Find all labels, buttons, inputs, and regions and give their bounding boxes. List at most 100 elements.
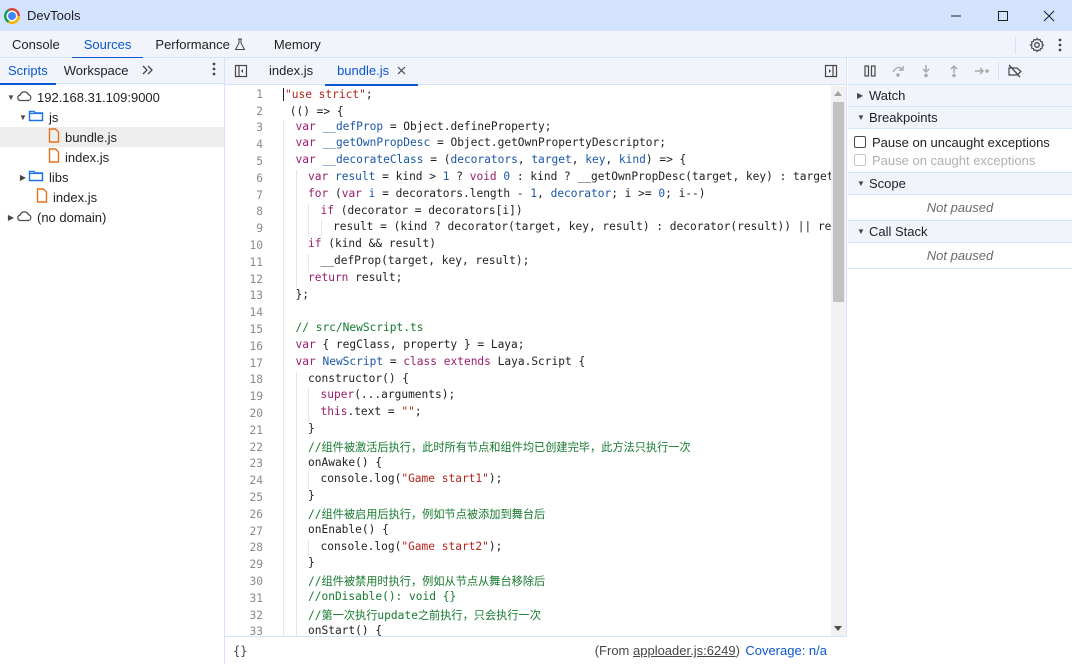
caret-right-icon[interactable]: ▶ xyxy=(18,173,28,182)
line-number[interactable]: 18 xyxy=(225,373,263,386)
debugger-sidebar: ▶ Watch ▼ Breakpoints Pause on uncaught … xyxy=(848,58,1072,664)
tab-workspace[interactable]: Workspace xyxy=(56,58,137,84)
line-number[interactable]: 11 xyxy=(225,256,263,269)
code-text: var __getOwnPropDesc = Object.getOwnProp… xyxy=(283,136,666,154)
line-number[interactable]: 26 xyxy=(225,508,263,521)
line-number[interactable]: 6 xyxy=(225,172,263,185)
scroll-down-arrow-icon[interactable] xyxy=(834,626,842,631)
tree-item-label: libs xyxy=(49,169,69,185)
line-number[interactable]: 21 xyxy=(225,424,263,437)
line-number[interactable]: 33 xyxy=(225,625,263,636)
scope-status: Not paused xyxy=(848,195,1072,221)
pretty-print-button[interactable]: {} xyxy=(233,644,247,658)
pause-caught-checkbox[interactable]: Pause on caught exceptions xyxy=(848,151,1072,169)
coverage-link[interactable]: Coverage: n/a xyxy=(745,643,827,658)
line-number[interactable]: 3 xyxy=(225,121,263,134)
tree-item-folder[interactable]: ▶ libs xyxy=(0,167,224,187)
minimize-icon xyxy=(951,15,961,16)
step-out-button[interactable] xyxy=(940,58,968,85)
scope-section-header[interactable]: ▼ Scope xyxy=(848,173,1072,195)
line-number[interactable]: 8 xyxy=(225,205,263,218)
line-number[interactable]: 14 xyxy=(225,306,263,319)
caret-right-icon[interactable]: ▶ xyxy=(6,213,16,222)
caret-down-icon[interactable]: ▼ xyxy=(18,113,28,122)
source-origin-suffix: ) xyxy=(735,643,740,658)
folder-icon xyxy=(28,110,44,125)
checkbox[interactable] xyxy=(854,154,866,166)
pause-resume-button[interactable] xyxy=(856,58,884,85)
line-number[interactable]: 28 xyxy=(225,541,263,554)
line-number[interactable]: 2 xyxy=(225,105,263,118)
line-number[interactable]: 10 xyxy=(225,239,263,252)
code-text: //组件被启用后执行，例如节点被添加到舞台后 xyxy=(283,505,545,523)
line-number[interactable]: 27 xyxy=(225,525,263,538)
vertical-scrollbar[interactable] xyxy=(831,86,846,636)
line-number[interactable]: 5 xyxy=(225,155,263,168)
editor-tab-bundle-js[interactable]: bundle.js xyxy=(325,58,419,86)
line-number[interactable]: 29 xyxy=(225,558,263,571)
line-number[interactable]: 17 xyxy=(225,357,263,370)
line-number[interactable]: 20 xyxy=(225,407,263,420)
code-text: var NewScript = class extends Laya.Scrip… xyxy=(283,354,585,372)
line-number[interactable]: 9 xyxy=(225,222,263,235)
code-line: 19 super(...arguments); xyxy=(225,388,831,406)
line-number[interactable]: 32 xyxy=(225,609,263,622)
scrollbar-thumb[interactable] xyxy=(833,102,844,302)
tab-performance[interactable]: Performance xyxy=(143,31,257,58)
deactivate-breakpoints-button[interactable] xyxy=(1001,58,1029,85)
close-tab-button[interactable] xyxy=(397,58,406,84)
watch-section-header[interactable]: ▶ Watch xyxy=(848,85,1072,107)
tree-item-file[interactable]: index.js xyxy=(0,147,224,167)
gear-icon xyxy=(1029,37,1045,52)
line-number[interactable]: 24 xyxy=(225,474,263,487)
tree-item-file[interactable]: bundle.js xyxy=(0,127,224,147)
tree-item-folder[interactable]: ▼ js xyxy=(0,107,224,127)
more-options-button[interactable] xyxy=(1048,38,1072,52)
maximize-button[interactable] xyxy=(980,0,1026,31)
tab-console[interactable]: Console xyxy=(0,31,72,58)
line-number[interactable]: 22 xyxy=(225,441,263,454)
toggle-debugger-button[interactable] xyxy=(824,64,838,81)
scroll-up-arrow-icon[interactable] xyxy=(834,91,842,96)
more-tabs-button[interactable] xyxy=(137,63,159,79)
step-over-icon xyxy=(892,66,904,77)
tab-sources[interactable]: Sources xyxy=(71,31,144,59)
line-number[interactable]: 31 xyxy=(225,592,263,605)
source-origin-link[interactable]: apploader.js:6249 xyxy=(633,643,736,658)
tab-memory[interactable]: Memory xyxy=(262,31,333,58)
step-over-button[interactable] xyxy=(884,58,912,85)
code-area[interactable]: 1 "use strict"; 2 (() => {3 var __defProp =… xyxy=(225,86,831,636)
line-number[interactable]: 7 xyxy=(225,189,263,202)
step-button[interactable] xyxy=(968,58,996,85)
line-number[interactable]: 13 xyxy=(225,289,263,302)
caret-right-icon: ▶ xyxy=(857,91,864,100)
call-stack-section-header[interactable]: ▼ Call Stack xyxy=(848,221,1072,243)
code-text: var { regClass, property } = Laya; xyxy=(283,337,525,355)
line-number[interactable]: 12 xyxy=(225,273,263,286)
tab-scripts[interactable]: Scripts xyxy=(0,58,56,85)
breakpoints-section-header[interactable]: ▼ Breakpoints xyxy=(848,107,1072,129)
settings-button[interactable] xyxy=(1026,37,1048,53)
tree-item-domain[interactable]: ▼ 192.168.31.109:9000 xyxy=(0,87,224,107)
line-number[interactable]: 30 xyxy=(225,575,263,588)
minimize-button[interactable] xyxy=(933,0,979,31)
tree-item-file[interactable]: index.js xyxy=(0,187,224,207)
tree-item-domain[interactable]: ▶ (no domain) xyxy=(0,207,224,227)
step-into-button[interactable] xyxy=(912,58,940,85)
editor-tab-index-js[interactable]: index.js xyxy=(257,58,325,85)
line-number[interactable]: 1 xyxy=(225,88,263,101)
line-number[interactable]: 4 xyxy=(225,138,263,151)
editor-tab-bar: index.js bundle.js xyxy=(225,58,846,86)
line-number[interactable]: 25 xyxy=(225,491,263,504)
line-number[interactable]: 16 xyxy=(225,340,263,353)
code-text: } xyxy=(283,556,315,574)
pause-uncaught-checkbox[interactable]: Pause on uncaught exceptions xyxy=(848,133,1072,151)
line-number[interactable]: 23 xyxy=(225,457,263,470)
close-window-button[interactable] xyxy=(1026,0,1072,31)
toggle-navigator-button[interactable] xyxy=(225,58,257,85)
checkbox[interactable] xyxy=(854,136,866,148)
line-number[interactable]: 15 xyxy=(225,323,263,336)
navigator-menu-button[interactable] xyxy=(212,62,216,79)
caret-down-icon[interactable]: ▼ xyxy=(6,93,16,102)
line-number[interactable]: 19 xyxy=(225,390,263,403)
